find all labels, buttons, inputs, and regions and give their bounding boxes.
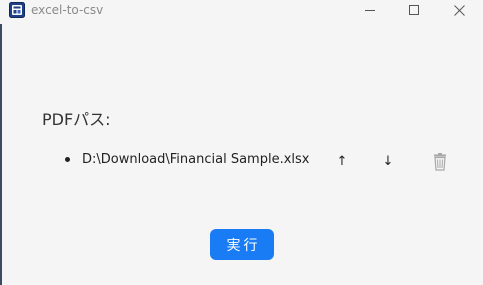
list-item: D:\Download\Financial Sample.xlsx ↑ ↓ (64, 150, 464, 172)
trash-icon[interactable] (431, 153, 449, 171)
maximize-button[interactable] (392, 0, 436, 20)
close-button[interactable] (437, 0, 481, 20)
desktop-edge (0, 24, 2, 285)
run-button[interactable]: 実行 (210, 229, 274, 260)
close-icon (453, 4, 465, 16)
title-bar[interactable]: excel-to-csv (0, 0, 483, 20)
list-bullet (65, 157, 70, 162)
move-down-button[interactable]: ↓ (378, 152, 398, 172)
pdf-path-label: PDFパス: (42, 110, 111, 129)
app-window: excel-to-csv PDFパス: D:\Download\Financia… (0, 0, 483, 285)
move-up-button[interactable]: ↑ (332, 152, 352, 172)
minimize-button[interactable] (348, 0, 392, 20)
file-path: D:\Download\Financial Sample.xlsx (82, 152, 310, 167)
maximize-icon (409, 5, 419, 15)
minimize-icon (365, 10, 375, 11)
window-title: excel-to-csv (31, 3, 104, 17)
file-list: D:\Download\Financial Sample.xlsx ↑ ↓ (64, 150, 464, 172)
app-icon (9, 2, 25, 18)
